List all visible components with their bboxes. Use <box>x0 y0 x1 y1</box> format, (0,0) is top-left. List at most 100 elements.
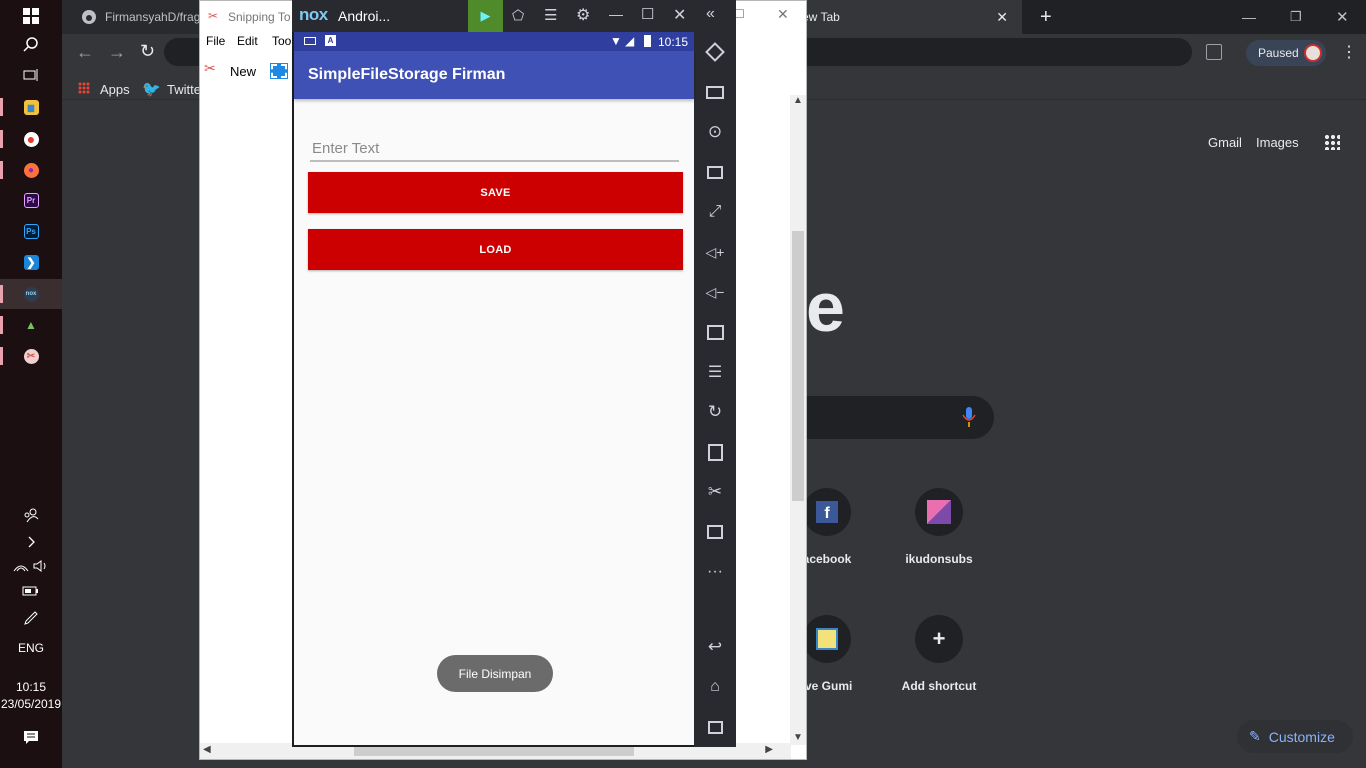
taskbar-app-file-explorer[interactable]: ▆ <box>0 92 62 122</box>
signal-icon: ◢ <box>625 34 635 48</box>
menu-file[interactable]: File <box>206 34 225 48</box>
nox-play-button[interactable]: ▶ <box>468 0 503 32</box>
scissors-icon: ✂ <box>707 482 723 501</box>
location-icon: ⊙ <box>707 122 723 141</box>
taskbar-app-vscode[interactable]: ❯ <box>0 247 62 277</box>
taskbar-app-android-studio[interactable]: ▲ <box>0 310 62 340</box>
pdf-extension-icon[interactable] <box>1206 44 1222 60</box>
install-apk-button[interactable] <box>694 440 736 464</box>
google-apps-icon[interactable] <box>1324 134 1340 150</box>
macro-button[interactable]: ↻ <box>694 400 736 424</box>
menu-kebab-icon[interactable]: ⋮ <box>1341 42 1357 62</box>
taskbar-app-firefox[interactable]: ● <box>0 155 62 185</box>
reload-icon[interactable]: ↻ <box>140 41 155 62</box>
chrome-tab-github[interactable]: FirmansyahD/frag <box>62 0 202 34</box>
nox-collapse-icon[interactable]: « <box>706 5 715 23</box>
profile-button[interactable]: Paused <box>1246 40 1326 66</box>
window-minimize-button[interactable]: — <box>1242 0 1256 34</box>
android-recents-button[interactable] <box>694 715 736 739</box>
window-restore-button[interactable]: ❐ <box>1290 0 1302 34</box>
snip-mode-icon[interactable] <box>270 63 288 79</box>
scroll-left-arrow-icon[interactable]: ◀ <box>203 744 211 755</box>
nox-minimize-icon[interactable]: — <box>609 6 623 22</box>
window-close-button[interactable]: ✕ <box>1336 0 1349 34</box>
scroll-down-arrow-icon[interactable]: ▼ <box>793 732 803 743</box>
taskbar-app-premiere-pro[interactable]: Pr <box>0 185 62 215</box>
nox-pin-icon[interactable]: ⬠ <box>512 7 524 24</box>
screenshot-button[interactable] <box>694 320 736 344</box>
battery-tray[interactable] <box>0 576 62 606</box>
clock-time[interactable]: 10:15 <box>0 680 62 694</box>
scroll-right-arrow-icon[interactable]: ▶ <box>765 744 773 755</box>
chrome-tab-title: ew Tab <box>802 10 840 24</box>
menu-tools[interactable]: Too <box>272 34 291 48</box>
taskbar-app-snipping-tool[interactable]: ✂ <box>0 341 62 371</box>
battery-icon <box>644 35 651 47</box>
chrome-tab-new-tab[interactable]: ew Tab ✕ <box>802 0 1022 34</box>
search-button[interactable] <box>0 30 62 60</box>
people-button[interactable] <box>0 500 62 530</box>
bookmark-twitter[interactable]: Twitte <box>167 82 201 97</box>
snipping-tool-icon: ✂ <box>23 348 39 364</box>
shortcut-ikudonsubs[interactable]: ikudonsubs <box>884 488 994 566</box>
close-tab-icon[interactable]: ✕ <box>996 9 1008 26</box>
multi-window-button[interactable] <box>694 520 736 544</box>
gmail-link[interactable]: Gmail <box>1208 135 1242 150</box>
taskbar-app-photoshop[interactable]: Ps <box>0 216 62 246</box>
customize-button[interactable]: ✎ Customize <box>1237 720 1353 753</box>
shortcut-add[interactable]: + Add shortcut <box>884 615 994 693</box>
nox-menu-icon[interactable]: ☰ <box>544 6 557 24</box>
taskbar-app-chrome[interactable]: ● <box>0 124 62 154</box>
close-icon: ✕ <box>1336 9 1349 26</box>
action-center-button[interactable] <box>0 723 62 753</box>
back-icon[interactable]: ← <box>76 42 94 63</box>
apk-icon <box>707 443 723 461</box>
start-button[interactable] <box>0 1 62 31</box>
nox-settings-icon[interactable]: ⚙ <box>576 5 590 25</box>
scissors-button[interactable]: ✂ <box>694 480 736 504</box>
new-snip-button[interactable]: New <box>230 64 256 79</box>
load-button[interactable]: LOAD <box>308 229 683 270</box>
snipping-tool-title: Snipping To <box>228 10 291 24</box>
firefox-icon: ● <box>23 162 39 178</box>
scroll-up-arrow-icon[interactable]: ▲ <box>793 95 803 106</box>
nox-titlebar: nox Androi... ▶ ⬠ ☰ ⚙ — ☐ ✕ « <box>292 0 736 32</box>
volume-down-button[interactable]: ◁− <box>694 280 736 304</box>
nox-maximize-icon[interactable]: ☐ <box>641 5 654 23</box>
forward-icon[interactable]: → <box>108 42 126 63</box>
close-icon[interactable]: ✕ <box>777 6 789 23</box>
android-home-button[interactable]: ⌂ <box>694 675 736 699</box>
new-tab-button[interactable]: + <box>1040 0 1052 34</box>
keyboard-notification-icon <box>304 37 316 45</box>
multi-instance-button[interactable]: ☰ <box>694 360 736 384</box>
pencil-icon: ✎ <box>1249 728 1261 744</box>
volume-up-button[interactable]: ◁+ <box>694 240 736 264</box>
text-input-field[interactable] <box>310 136 679 162</box>
location-button[interactable]: ⊙ <box>694 120 736 144</box>
photoshop-icon: Ps <box>23 223 39 239</box>
rotate-button[interactable] <box>694 40 736 64</box>
screen-button[interactable] <box>694 160 736 184</box>
bookmark-apps[interactable]: Apps <box>100 82 130 97</box>
android-back-button[interactable]: ↩ <box>694 635 736 659</box>
search-icon <box>23 37 38 52</box>
shortcut-label: acebook <box>802 552 852 566</box>
scroll-thumb[interactable] <box>354 746 634 756</box>
vertical-scrollbar[interactable]: ▲ ▼ <box>790 95 806 745</box>
pen-workspace-button[interactable] <box>0 603 62 633</box>
clock-date[interactable]: 23/05/2019 <box>0 697 62 711</box>
nox-close-icon[interactable]: ✕ <box>673 5 686 25</box>
save-button[interactable]: SAVE <box>308 172 683 213</box>
menu-edit[interactable]: Edit <box>237 34 258 48</box>
vscode-icon: ❯ <box>23 254 39 270</box>
mic-icon[interactable] <box>962 406 976 428</box>
more-button[interactable]: ··· <box>694 560 736 584</box>
task-view-button[interactable] <box>0 60 62 90</box>
input-language[interactable]: ENG <box>0 641 62 655</box>
taskbar-app-nox[interactable]: nox <box>0 279 62 309</box>
scroll-thumb[interactable] <box>792 231 804 501</box>
keyboard-button[interactable] <box>694 80 736 104</box>
fullscreen-button[interactable]: ⤢ <box>694 200 736 224</box>
images-link[interactable]: Images <box>1256 135 1299 150</box>
pen-icon <box>24 611 38 625</box>
